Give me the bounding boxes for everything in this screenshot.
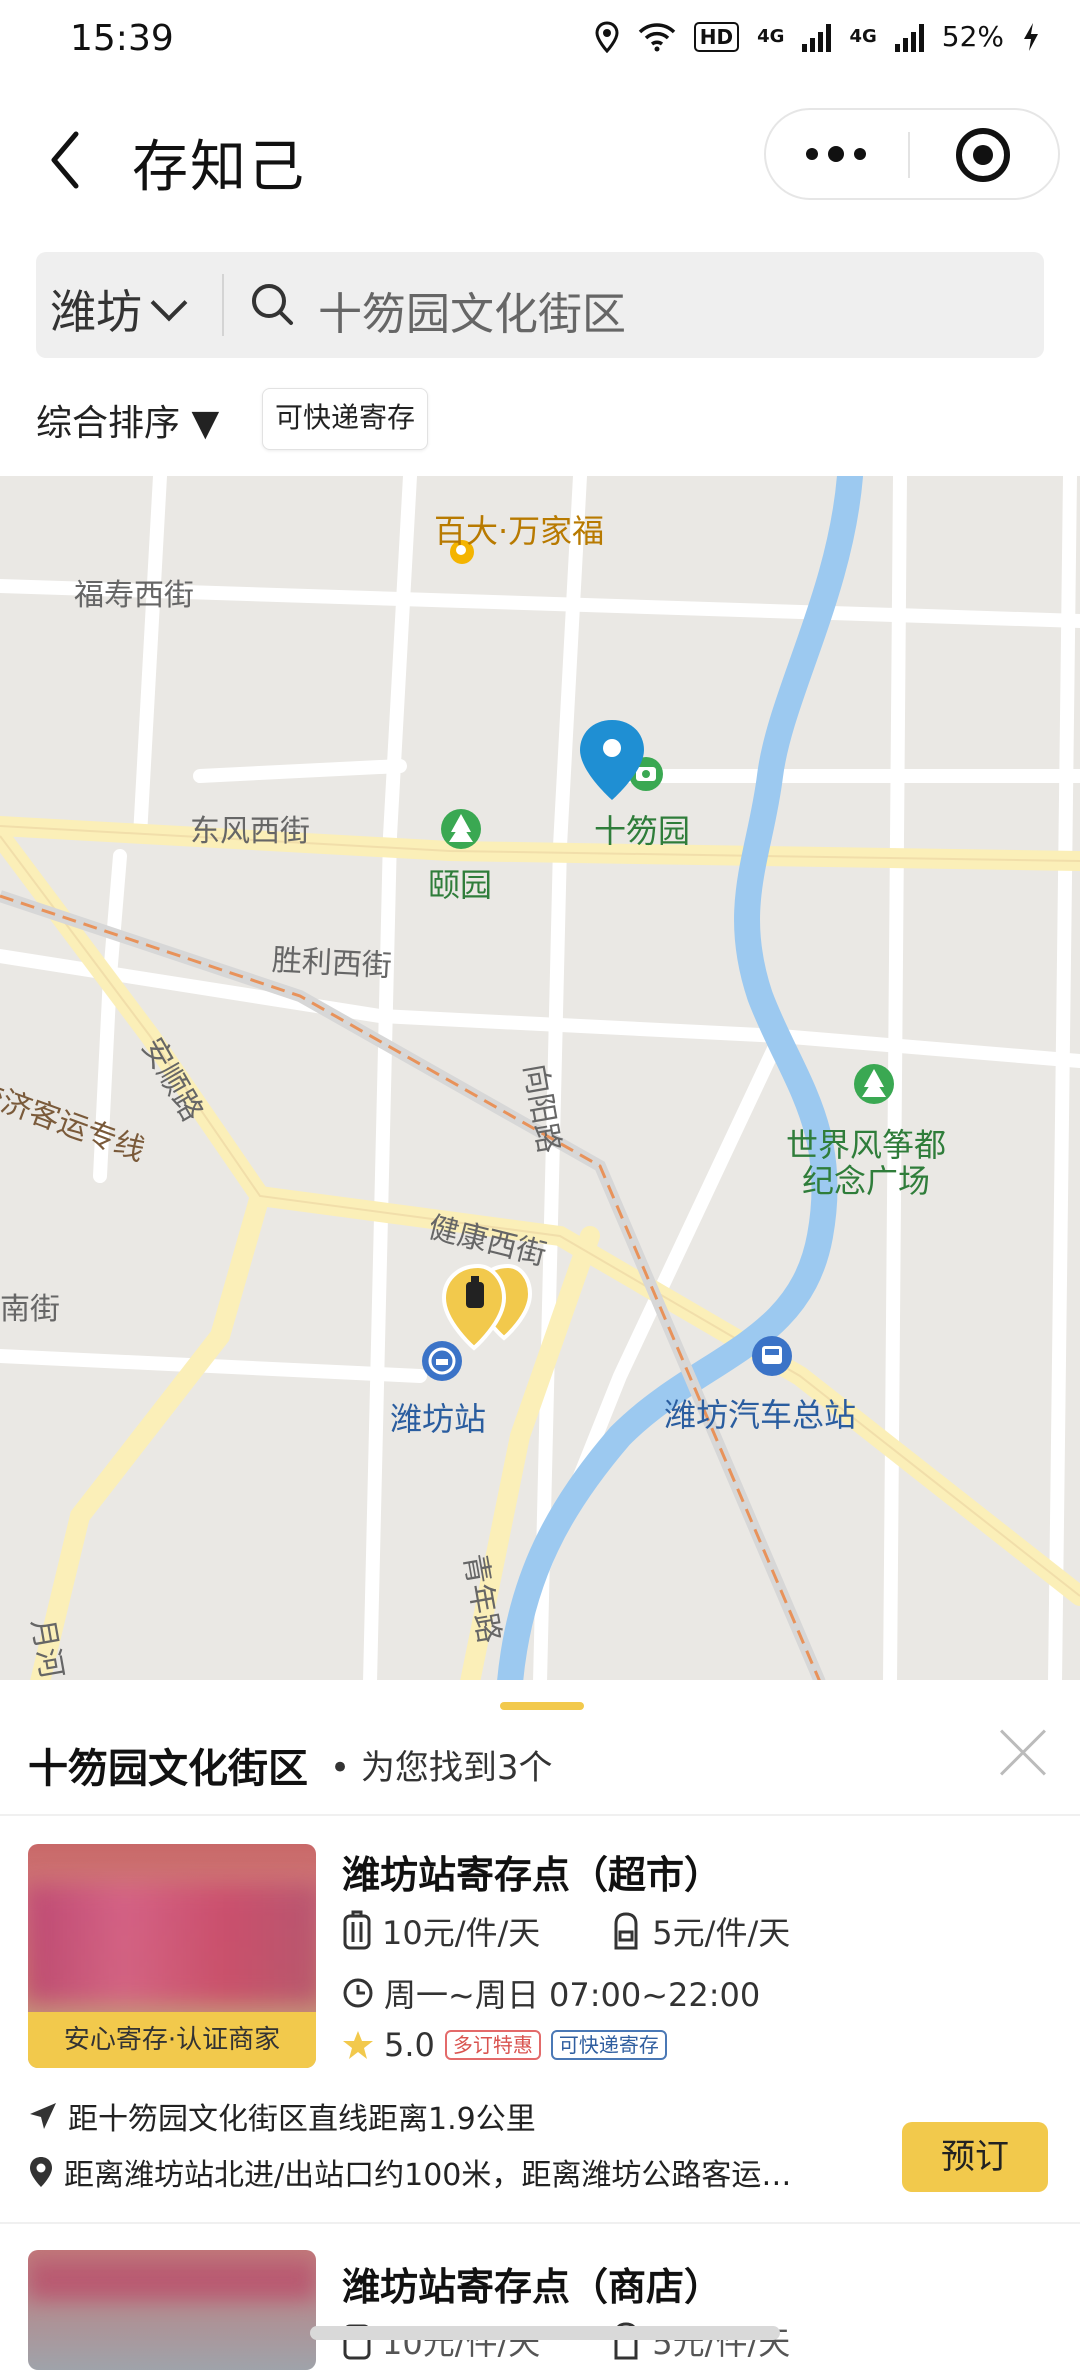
distance-row: 距十笏园文化街区直线距离1.9公里 [28, 2094, 536, 2138]
map-label-baida: 百大·万家福 [434, 512, 605, 550]
search-input[interactable]: 十笏园文化街区 [318, 278, 626, 342]
close-icon[interactable] [998, 1728, 1048, 1778]
star-icon [343, 2031, 373, 2059]
back-arrow-icon[interactable] [40, 124, 96, 196]
results-count: • 为您找到3个 [330, 1748, 553, 1788]
business-hours: 周一~周日 07:00~22:00 [384, 1976, 761, 2014]
store-photo-2 [28, 2250, 316, 2370]
rating-value: 5.0 [384, 2026, 435, 2064]
map-label-shihuyuan: 十笏园 [594, 812, 691, 850]
destination-pin-icon[interactable] [580, 720, 644, 800]
address-text: 距离潍坊站北进/出站口约100米，距离潍坊公路客运… [64, 2158, 792, 2193]
results-area-title: 十笏园文化街区 [28, 1746, 308, 1792]
more-options-icon[interactable] [806, 146, 866, 162]
city-selector[interactable]: 潍坊 [50, 276, 188, 342]
signal-icon-2 [894, 22, 924, 52]
hd-badge: HD [693, 21, 740, 52]
express-tag: 可快递寄存 [550, 2030, 667, 2060]
map-label-nanjie: 南街 [0, 1292, 60, 1327]
wifi-icon [638, 22, 676, 51]
large-item-price-2: 10元/件/天 [382, 2324, 541, 2362]
hours-row: 周一~周日 07:00~22:00 [342, 1970, 760, 2016]
item-divider [0, 2222, 1080, 2224]
chevron-down-icon [150, 284, 188, 322]
large-item-price: 10元/件/天 [382, 1914, 541, 1952]
map-label-bus: 潍坊汽车总站 [664, 1396, 857, 1434]
charging-icon [1024, 22, 1038, 51]
storage-location-pin-icon[interactable] [441, 1263, 533, 1351]
close-miniapp-icon[interactable] [956, 128, 1010, 182]
status-time: 15:39 [70, 18, 174, 59]
status-icons: HD 4G 4G 52% [594, 20, 1040, 53]
sheet-drag-handle[interactable] [500, 1702, 584, 1710]
certified-badge: 安心寄存·认证商家 [28, 2012, 316, 2068]
store-name-2[interactable]: 潍坊站寄存点（商店） [342, 2256, 722, 2311]
location-pin-icon [30, 2157, 52, 2187]
backpack-icon [614, 1912, 638, 1950]
map-label-fushou: 福寿西街 [74, 578, 194, 613]
store-photo: 安心寄存·认证商家 [28, 1844, 316, 2068]
sort-dropdown[interactable]: 综合排序 ▼ [36, 394, 219, 446]
map-label-yiyuan: 颐园 [428, 866, 493, 904]
signal-icon [802, 22, 832, 52]
store-name[interactable]: 潍坊站寄存点（超市） [342, 1844, 722, 1899]
location-status-icon [595, 20, 619, 53]
clock-icon [343, 1978, 373, 2008]
page-title: 存知己 [132, 135, 306, 200]
navigation-arrow-icon [30, 2103, 56, 2129]
small-item-price-2: 5元/件/天 [652, 2324, 791, 2362]
network-4g-label: 4G [757, 26, 785, 47]
map-label-shijie-line2: 纪念广场 [802, 1162, 931, 1200]
search-icon [252, 284, 293, 325]
rating-row: 5.0 多订特惠 可快递寄存 [342, 2026, 667, 2064]
book-button[interactable]: 预订 [902, 2122, 1048, 2192]
list-item[interactable]: 安心寄存·认证商家 [28, 1844, 316, 2068]
price-row-2: 10元/件/天 5元/件/天 [342, 2318, 790, 2364]
city-name: 潍坊 [50, 285, 142, 339]
small-item-price: 5元/件/天 [652, 1914, 791, 1952]
map-label-dongfeng: 东风西街 [190, 814, 310, 849]
home-indicator [310, 2326, 780, 2340]
map-view[interactable]: 百大·万家福 福寿西街 东风西街 十笏园 颐园 胜利西街 安顺路 向阳路 胶济客… [0, 476, 1080, 1682]
map-label-station: 潍坊站 [390, 1400, 487, 1438]
map-label-shengli: 胜利西街 [270, 942, 393, 985]
search-bar: 潍坊 十笏园文化街区 [36, 252, 1044, 358]
express-storage-filter[interactable]: 可快递寄存 [262, 388, 429, 450]
suitcase-icon [343, 1910, 371, 1950]
search-divider [222, 274, 224, 336]
distance-text: 距十笏园文化街区直线距离1.9公里 [68, 2102, 536, 2137]
miniapp-capsule [764, 108, 1060, 200]
discount-tag: 多订特惠 [444, 2030, 541, 2060]
price-row: 10元/件/天 5元/件/天 [342, 1908, 790, 1954]
results-sheet: 十笏园文化街区 • 为您找到3个 安心寄存·认证商家 潍坊站寄存点（超市） 10… [0, 1680, 1080, 2340]
app-header: 存知己 [0, 80, 1080, 240]
status-bar: 15:39 HD 4G 4G 52% [0, 0, 1080, 80]
address-row: 距离潍坊站北进/出站口约100米，距离潍坊公路客运… [28, 2150, 791, 2194]
network-4g-label-2: 4G [849, 26, 877, 47]
battery-level: 52% [941, 20, 1004, 53]
sheet-divider [0, 1814, 1080, 1816]
capsule-divider [908, 132, 910, 178]
